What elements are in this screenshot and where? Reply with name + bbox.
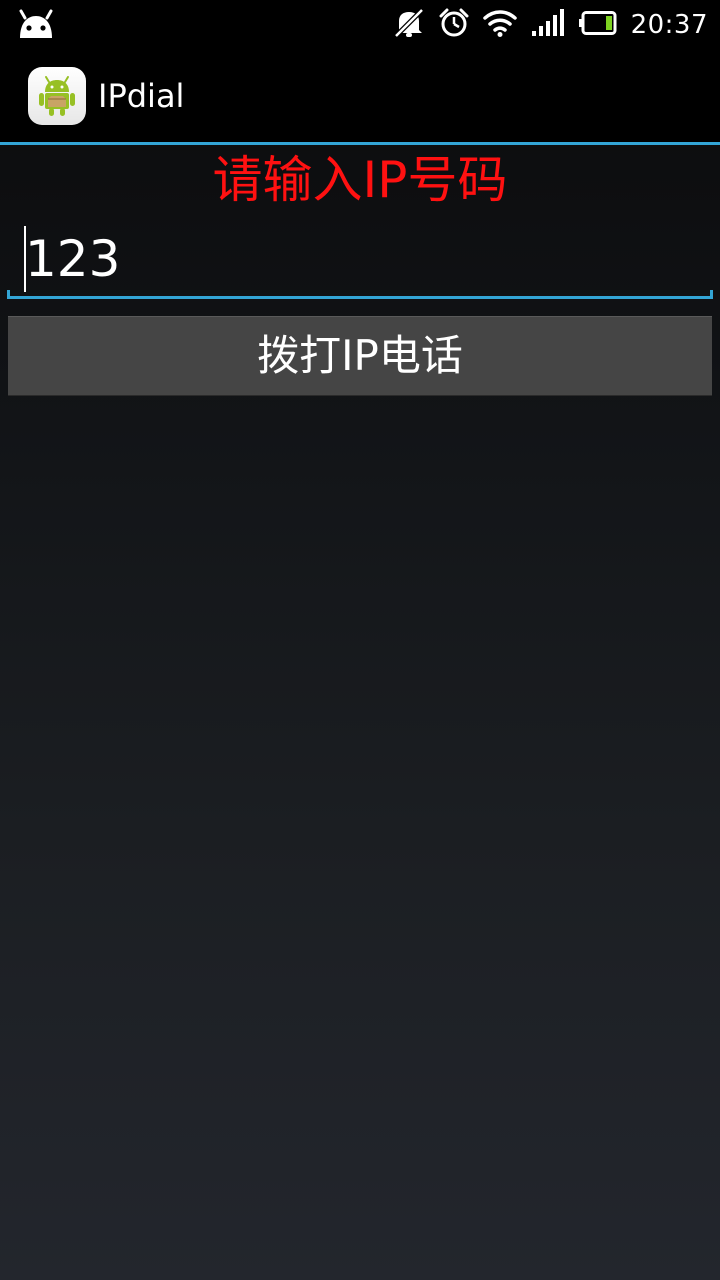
app-title: IPdial: [98, 77, 185, 115]
text-cursor: [24, 226, 26, 292]
android-app-icon[interactable]: [28, 67, 86, 125]
mute-icon: [393, 8, 425, 42]
status-icons: 20:37: [393, 0, 708, 50]
status-clock: 20:37: [630, 10, 708, 40]
action-bar: IPdial: [0, 50, 720, 142]
wifi-icon: [482, 9, 517, 41]
android-notification-icon: [16, 8, 56, 42]
action-bar-divider: [0, 142, 720, 145]
signal-icon: [531, 9, 565, 41]
alarm-icon: [439, 8, 469, 42]
ip-prompt-label: 请输入IP号码: [212, 151, 508, 209]
screen: 20:37 IPdial 请输入IP号码 123 拨打IP电话: [0, 0, 720, 1280]
status-bar: 20:37: [0, 0, 720, 50]
dial-ip-call-button[interactable]: 拨打IP电话: [8, 316, 712, 396]
battery-icon: [578, 11, 617, 39]
input-underline: [7, 290, 713, 299]
ip-number-input[interactable]: [7, 220, 713, 298]
ip-input-container[interactable]: [7, 220, 713, 302]
